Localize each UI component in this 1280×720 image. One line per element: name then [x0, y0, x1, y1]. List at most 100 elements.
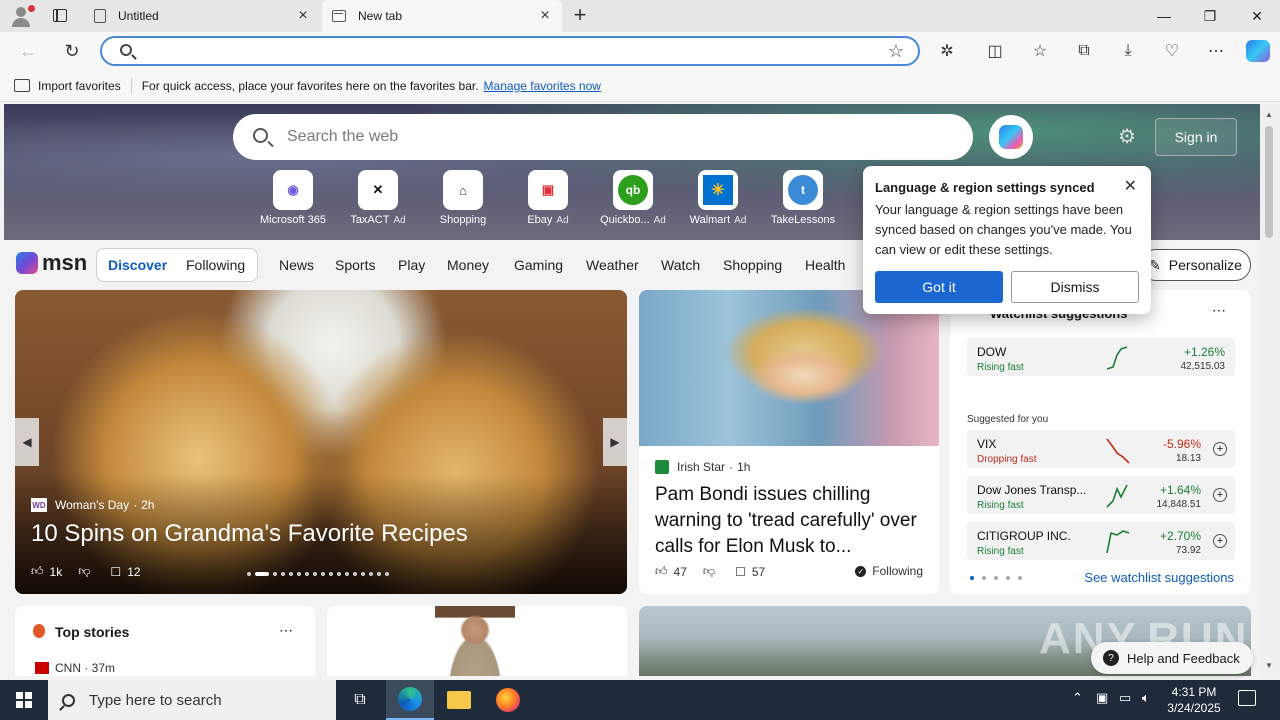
- web-search-box[interactable]: [233, 114, 973, 160]
- help-feedback-button[interactable]: ? Help and Feedback: [1091, 642, 1253, 674]
- sign-in-button[interactable]: Sign in: [1155, 118, 1237, 156]
- notifications-icon[interactable]: [1238, 690, 1256, 706]
- nav-watch[interactable]: Watch: [661, 257, 700, 273]
- gear-icon[interactable]: ⚙: [1116, 126, 1138, 148]
- import-favorites-button[interactable]: Import favorites: [38, 79, 121, 93]
- browser-essentials-icon[interactable]: ♡: [1160, 40, 1184, 62]
- quick-link-taxact[interactable]: ✕ TaxACT Ad: [336, 170, 420, 226]
- tab-actions-icon[interactable]: [48, 6, 72, 26]
- copilot-icon[interactable]: [1246, 40, 1270, 62]
- system-clock[interactable]: 4:31 PM 3/24/2025: [1158, 684, 1230, 716]
- tab-untitled[interactable]: Untitled ×: [84, 0, 320, 32]
- quick-link-shopping[interactable]: ⌂ Shopping: [421, 170, 505, 226]
- collections-icon[interactable]: ⧉: [1072, 40, 1096, 62]
- quick-link-quickbooks[interactable]: qb Quickbo... Ad: [591, 170, 675, 226]
- more-options-icon[interactable]: ⋯: [1212, 302, 1226, 319]
- scroll-up-icon[interactable]: ▲: [1265, 110, 1273, 119]
- nav-shopping[interactable]: Shopping: [723, 257, 782, 273]
- device-icon[interactable]: ▣: [1096, 690, 1108, 706]
- favorites-icon[interactable]: ☆: [1028, 40, 1052, 62]
- taskbar-search[interactable]: Type here to search: [48, 680, 336, 720]
- manage-favorites-link[interactable]: Manage favorites now: [484, 79, 601, 93]
- taskbar-firefox[interactable]: [484, 680, 532, 720]
- downloads-icon[interactable]: ⤓: [1116, 40, 1140, 62]
- story-title[interactable]: Pam Bondi issues chilling warning to 'tr…: [655, 482, 925, 560]
- got-it-button[interactable]: Got it: [875, 271, 1003, 303]
- story-title[interactable]: 10 Spins on Grandma's Favorite Recipes: [31, 520, 468, 548]
- carousel-prev-button[interactable]: ◀: [15, 418, 39, 466]
- add-to-watchlist-button[interactable]: +: [1213, 534, 1227, 548]
- extensions-icon[interactable]: ✲: [935, 40, 959, 62]
- nav-play[interactable]: Play: [398, 257, 425, 273]
- featured-story-card[interactable]: ◀ ▶ WD Woman's Day · 2h 10 Spins on Gran…: [15, 290, 627, 594]
- dismiss-button[interactable]: Dismiss: [1011, 271, 1139, 303]
- back-button[interactable]: ←: [14, 37, 42, 65]
- browser-toolbar: ← ↻ ☆ ✲ ◫ ☆ ⧉ ⤓ ♡ ⋯: [0, 32, 1280, 70]
- carousel-dots[interactable]: [247, 572, 389, 576]
- close-tab-icon[interactable]: ×: [296, 7, 310, 25]
- personalize-button[interactable]: ✎ Personalize: [1140, 249, 1251, 281]
- watchlist-pager[interactable]: [970, 576, 1022, 580]
- address-bar[interactable]: ☆: [100, 36, 920, 66]
- tab-discover[interactable]: Discover: [108, 257, 167, 273]
- restore-button[interactable]: ❐: [1187, 0, 1233, 32]
- nav-sports[interactable]: Sports: [335, 257, 375, 273]
- add-to-watchlist-button[interactable]: +: [1213, 488, 1227, 502]
- scroll-down-icon[interactable]: ▼: [1265, 661, 1273, 670]
- add-to-watchlist-button[interactable]: +: [1213, 442, 1227, 456]
- news-story-card[interactable]: Irish Star · 1h Pam Bondi issues chillin…: [639, 290, 939, 594]
- minimize-button[interactable]: —: [1141, 0, 1187, 32]
- comment-icon[interactable]: ☐: [110, 565, 121, 579]
- more-options-icon[interactable]: ⋯: [279, 622, 293, 639]
- nav-health[interactable]: Health: [805, 257, 845, 273]
- copilot-button[interactable]: [989, 115, 1033, 159]
- page-scrollbar[interactable]: ▲ ▼: [1260, 104, 1280, 676]
- following-button[interactable]: ✓ Following: [855, 564, 923, 578]
- like-icon[interactable]: 👍︎: [655, 564, 668, 579]
- quick-link-microsoft-365[interactable]: ◉ Microsoft 365: [251, 170, 335, 226]
- volume-icon[interactable]: 🔈︎: [1142, 690, 1150, 706]
- stock-row[interactable]: DOW Rising fast +1.26% 42,515.03: [967, 338, 1235, 376]
- carousel-next-button[interactable]: ▶: [603, 418, 627, 466]
- nav-gaming[interactable]: Gaming: [514, 257, 563, 273]
- scroll-thumb[interactable]: [1265, 126, 1273, 238]
- nav-news[interactable]: News: [279, 257, 314, 273]
- profile-icon[interactable]: [8, 4, 35, 28]
- settings-more-icon[interactable]: ⋯: [1204, 40, 1228, 62]
- tab-following[interactable]: Following: [186, 257, 245, 273]
- quick-link-walmart[interactable]: ✳ Walmart Ad: [676, 170, 760, 226]
- msn-logo[interactable]: msn: [16, 250, 87, 276]
- close-icon[interactable]: ✕: [1124, 176, 1137, 196]
- task-view-button[interactable]: ⧉: [336, 680, 384, 720]
- like-icon[interactable]: 👍︎: [31, 564, 44, 579]
- dislike-icon[interactable]: 👎︎: [703, 564, 715, 579]
- taskbar-file-explorer[interactable]: [435, 680, 483, 720]
- clock-date: 3/24/2025: [1167, 701, 1221, 715]
- see-watchlist-link[interactable]: See watchlist suggestions: [1084, 570, 1234, 585]
- edge-icon: [398, 687, 422, 711]
- quick-link-ebay[interactable]: ▣ Ebay Ad: [506, 170, 590, 226]
- close-window-button[interactable]: ✕: [1234, 0, 1280, 32]
- network-icon[interactable]: ▭: [1119, 690, 1131, 706]
- top-stories-title: Top stories: [55, 624, 130, 640]
- chevron-up-icon[interactable]: ⌃: [1072, 690, 1083, 706]
- new-tab-button[interactable]: +: [570, 4, 590, 28]
- favorite-star-icon[interactable]: ☆: [888, 41, 904, 62]
- quick-link-takelessons[interactable]: t TakeLessons: [761, 170, 845, 226]
- close-tab-icon[interactable]: ×: [538, 7, 552, 25]
- taskbar-edge[interactable]: [386, 680, 434, 720]
- split-screen-icon[interactable]: ◫: [983, 40, 1007, 62]
- nav-money[interactable]: Money: [447, 257, 489, 273]
- stock-row[interactable]: VIX Dropping fast -5.96% 18.13 +: [967, 430, 1235, 468]
- start-button[interactable]: [0, 680, 48, 720]
- nav-weather[interactable]: Weather: [586, 257, 639, 273]
- like-count: 47: [673, 564, 687, 579]
- stock-row[interactable]: CITIGROUP INC. Rising fast +2.70% 73.92 …: [967, 522, 1235, 560]
- photo-story-card[interactable]: [327, 606, 627, 676]
- refresh-button[interactable]: ↻: [58, 37, 86, 65]
- comment-icon[interactable]: ☐: [735, 565, 746, 579]
- dislike-icon[interactable]: 👎︎: [78, 564, 90, 579]
- stock-row[interactable]: Dow Jones Transp... Rising fast +1.64% 1…: [967, 476, 1235, 514]
- tab-new-tab[interactable]: New tab ×: [322, 0, 562, 32]
- web-search-input[interactable]: [287, 122, 947, 152]
